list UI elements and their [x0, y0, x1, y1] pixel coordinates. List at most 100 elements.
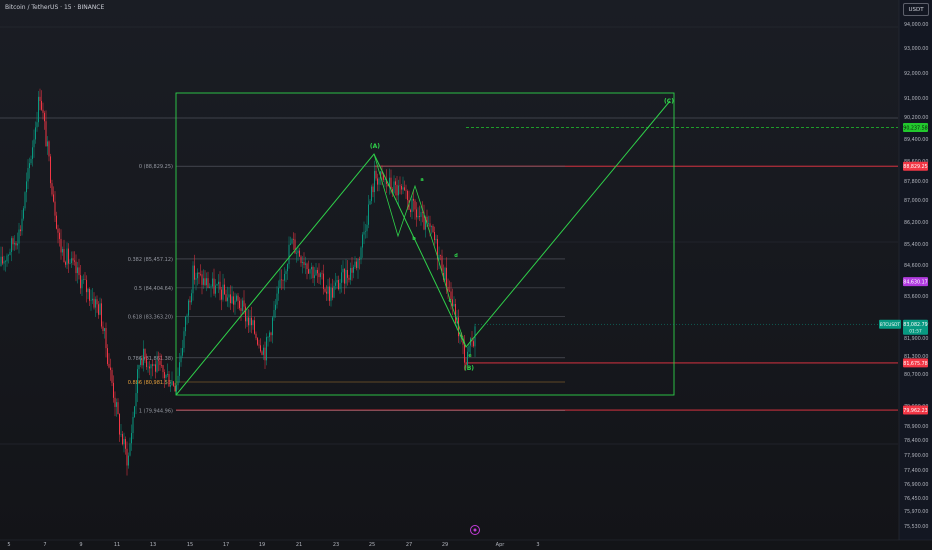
candle-body — [410, 209, 411, 213]
candle-body — [411, 198, 413, 213]
candle-body — [338, 279, 339, 290]
candle-body — [63, 248, 65, 263]
fib-level-label: 1 (79,944.96) — [139, 409, 173, 415]
candle-body — [242, 300, 243, 311]
candle-body — [239, 300, 240, 309]
price-axis-tick: 75,530.00 — [904, 524, 928, 530]
candle-body — [153, 364, 155, 366]
candle-body — [2, 256, 3, 264]
candle-body — [200, 273, 201, 275]
candle-body — [272, 317, 273, 336]
candle-body — [78, 267, 80, 276]
price-chart-canvas[interactable]: 0 (88,829.25) 0.382 (85,457.12) 0.5 (84,40… — [0, 0, 932, 550]
current-price-text: 83,082.79 — [903, 322, 927, 328]
candle-body — [110, 367, 111, 371]
candle-body — [80, 275, 81, 289]
candle-body — [281, 279, 282, 281]
candle-body — [32, 147, 33, 159]
candle-body — [251, 317, 252, 326]
candle-body — [453, 304, 455, 307]
candle-body — [126, 448, 128, 466]
fib-level-label: 0.5 (84,404.64) — [134, 286, 173, 292]
candle-body — [9, 251, 11, 256]
candle-body — [138, 365, 140, 370]
chart-area[interactable]: 0 (88,829.25) 0.382 (85,457.12) 0.5 (84,40… — [0, 0, 932, 550]
price-axis-tick: 87,000.00 — [904, 198, 928, 204]
candle-body — [77, 267, 78, 274]
subwave-label-e: e — [468, 353, 472, 359]
candle-body — [440, 254, 441, 256]
candle-body — [473, 341, 474, 347]
candle-body — [155, 364, 156, 372]
candle-body — [11, 238, 12, 252]
candle-body — [14, 242, 15, 245]
candle-body — [185, 316, 186, 332]
candle-body — [107, 348, 108, 364]
candle-body — [300, 256, 302, 263]
time-axis-tick: 5 — [7, 542, 10, 548]
wave-label-a: (A) — [370, 143, 380, 150]
price-axis[interactable]: 94,000.00 93,000.00 92,000.00 91,000.00 90,2… — [898, 0, 932, 540]
candle-body — [333, 285, 335, 298]
candle-body — [371, 186, 372, 201]
candle-body — [44, 112, 45, 122]
candle-body — [93, 298, 95, 308]
candle-body — [117, 402, 119, 415]
time-axis-tick: 23 — [333, 542, 339, 548]
candle-body — [270, 332, 272, 336]
elliott-wave-drawing[interactable]: (A) (B) (C) a b c d e — [175, 98, 674, 396]
candle-body — [15, 242, 17, 246]
candle-body — [87, 288, 89, 293]
candle-body — [323, 273, 324, 289]
candle-body — [224, 284, 225, 295]
candle-body — [348, 277, 350, 280]
candle-body — [108, 363, 110, 368]
candle-body — [179, 362, 180, 376]
symbol-title[interactable]: Bitcoin / TetherUS · 15 · BINANCE — [5, 4, 104, 11]
candle-body — [285, 271, 287, 274]
candle-body — [245, 306, 246, 322]
candle-body — [374, 170, 375, 193]
candle-body — [114, 397, 116, 407]
candle-body — [170, 385, 171, 387]
projection-rectangle[interactable] — [175, 92, 675, 396]
time-axis[interactable]: 5 7 9 11 13 15 17 19 21 23 25 27 29 Apr 3 — [0, 539, 932, 548]
candle-body — [111, 370, 113, 383]
price-axis-tick: 80,700.00 — [904, 372, 928, 378]
subwave-label-d: d — [454, 253, 458, 259]
candle-body — [317, 270, 318, 274]
candle-body — [164, 372, 165, 379]
candle-body — [71, 258, 72, 263]
symbol-tag-text: BTCUSDT — [880, 322, 901, 328]
price-axis-tick: 87,800.00 — [904, 179, 928, 185]
candle-body — [312, 266, 314, 279]
candle-body — [207, 278, 209, 288]
candle-body — [354, 261, 356, 267]
candle-body — [129, 443, 131, 456]
candle-body — [384, 179, 386, 180]
candle-body — [357, 259, 359, 269]
candle-body — [174, 385, 176, 392]
wave-label-c: (C) — [664, 98, 674, 105]
candle-body — [116, 402, 117, 407]
price-axis-tick: 94,000.00 — [904, 22, 928, 28]
candle-body — [197, 272, 198, 279]
candle-body — [311, 266, 312, 270]
candle-body — [177, 375, 179, 386]
candle-body — [159, 360, 161, 366]
candle-body — [350, 268, 351, 280]
candle-body — [329, 286, 330, 301]
price-axis-tick: 77,900.00 — [904, 453, 928, 459]
price-axis-tick: 91,000.00 — [904, 96, 928, 102]
candle-body — [194, 265, 195, 280]
candle-body — [243, 300, 245, 307]
candle-body — [81, 279, 83, 289]
currency-selector[interactable]: USDT — [903, 3, 929, 16]
candle-body — [8, 255, 9, 256]
candle-body — [318, 273, 320, 278]
candle-body — [218, 281, 219, 285]
candle-body — [236, 295, 237, 301]
candle-body — [299, 250, 300, 257]
candle-body — [366, 224, 368, 232]
candle-body — [23, 208, 24, 219]
